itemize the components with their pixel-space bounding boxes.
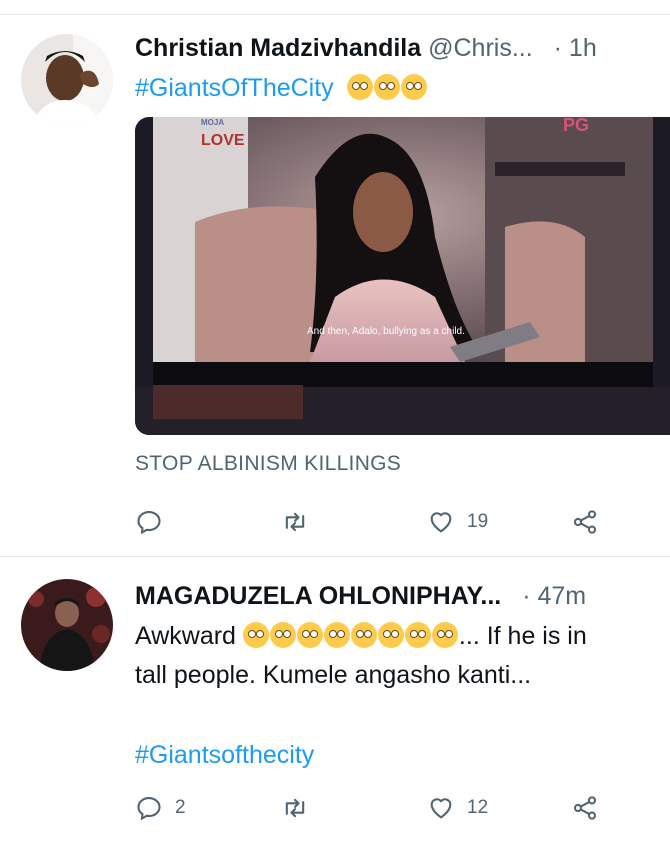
logo-top: MOJA [201, 118, 224, 127]
reply-button[interactable]: 2 [135, 793, 186, 823]
timestamp[interactable]: 1h [569, 34, 597, 62]
pleading-face-emoji [373, 74, 400, 100]
hashtag-link[interactable]: #GiantsOfTheCity [135, 74, 334, 102]
tweet-actions: 2 12 [135, 793, 615, 823]
video-subtitle: And then, Adalo, bullying as a child. [307, 326, 465, 337]
reply-icon [137, 797, 161, 821]
reply-button[interactable] [135, 507, 175, 537]
pleading-face-emoji [346, 74, 373, 100]
avatar[interactable] [21, 34, 113, 126]
retweet-icon [285, 512, 305, 532]
reply-icon [137, 511, 161, 535]
tweet-text-line-2: tall people. Kumele angasho kanti... [135, 661, 532, 689]
share-icon [573, 510, 597, 534]
like-count: 19 [467, 511, 489, 532]
tweet-text-end: ... If he is in [458, 622, 587, 650]
avatar[interactable] [21, 579, 113, 671]
like-button[interactable]: 12 [427, 793, 488, 823]
tweet-1[interactable]: Christian Madzivhandila @Chris... · 1h #… [0, 0, 670, 556]
image-caption: STOP ALBINISM KILLINGS [135, 452, 402, 475]
hashtag-row: #GiantsOfTheCity [135, 72, 428, 104]
timestamp[interactable]: 47m [537, 582, 586, 610]
retweet-button[interactable] [281, 793, 321, 823]
thinking-face-emoji [350, 622, 377, 648]
share-button[interactable] [571, 793, 599, 823]
share-icon [573, 796, 597, 820]
thinking-face-emoji [404, 622, 431, 648]
flushed-face-emoji [377, 622, 404, 648]
separator: · [522, 582, 531, 610]
like-icon [430, 798, 452, 819]
thinking-face-emoji [269, 622, 296, 648]
separator: · [553, 34, 562, 62]
author-handle[interactable]: @Chris... [428, 34, 533, 62]
tweet-text-line-1: Awkward ... If he is in [135, 617, 587, 655]
retweet-icon [285, 798, 305, 818]
flushed-face-emoji [431, 622, 458, 648]
logo-bottom: LOVE [201, 132, 245, 149]
hashtag-link[interactable]: #Giantsofthecity [135, 739, 314, 771]
author-name[interactable]: MAGADUZELA OHLONIPHAY... [135, 582, 501, 610]
rating-badge: PG [563, 117, 589, 135]
tweet-2[interactable]: MAGADUZELA OHLONIPHAY... · 47m Awkward .… [0, 557, 670, 848]
share-button[interactable] [571, 507, 599, 537]
like-icon [430, 512, 452, 533]
author-name[interactable]: Christian Madzivhandila [135, 34, 421, 62]
author-row: MAGADUZELA OHLONIPHAY... · 47m [135, 580, 586, 612]
tweet-image[interactable]: MOJA LOVE PG And then, Adalo, bullying a… [135, 117, 670, 435]
retweet-button[interactable] [281, 507, 321, 537]
flushed-face-emoji [296, 622, 323, 648]
tweet-text-start: Awkward [135, 622, 243, 650]
pleading-face-emoji [400, 74, 427, 100]
tweet-actions: 19 [135, 507, 615, 537]
author-row: Christian Madzivhandila @Chris... · 1h [135, 32, 597, 64]
like-count: 12 [467, 797, 489, 818]
like-button[interactable]: 19 [427, 507, 488, 537]
flushed-face-emoji [242, 622, 269, 648]
reply-count: 2 [175, 797, 186, 818]
flushed-face-emoji [323, 622, 350, 648]
